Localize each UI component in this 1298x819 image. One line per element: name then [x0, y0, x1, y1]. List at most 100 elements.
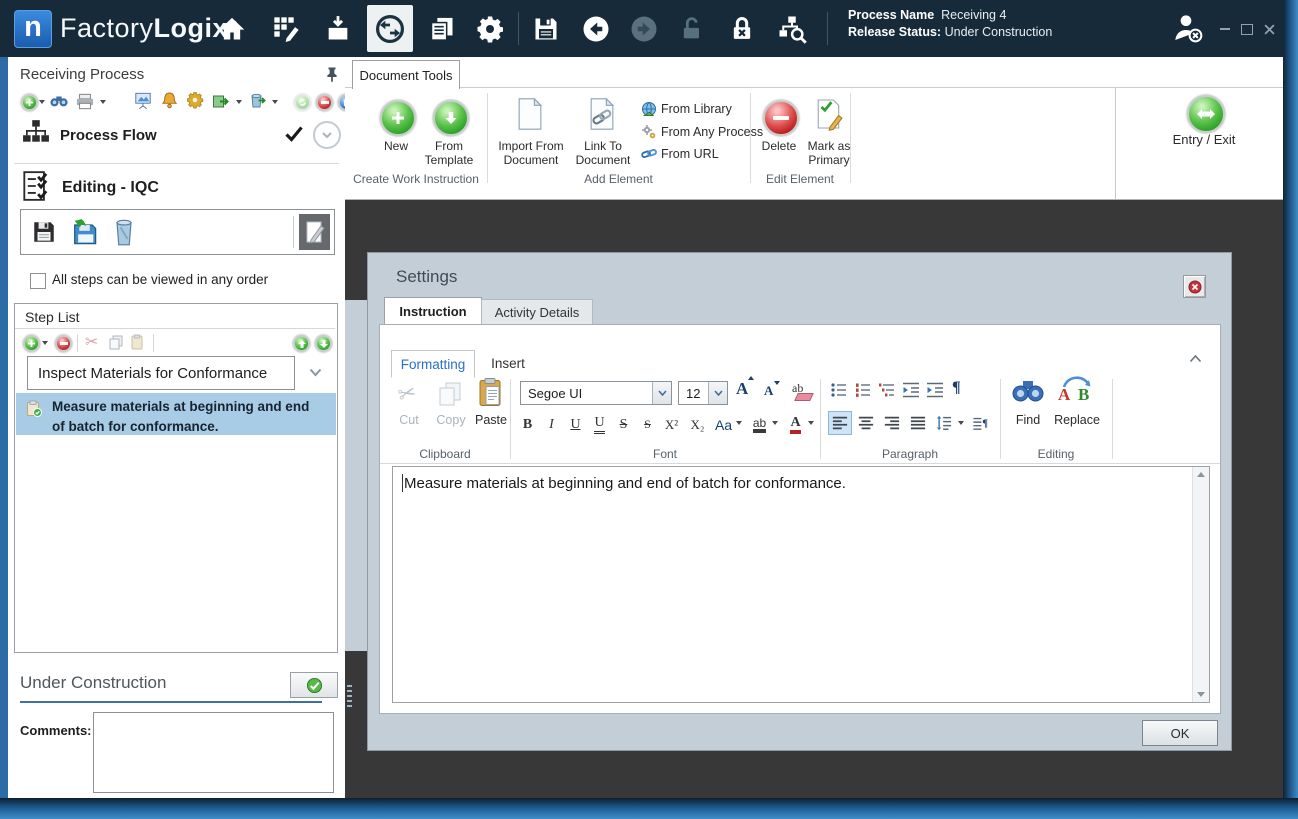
underline-button[interactable]: U	[564, 413, 587, 436]
settings-button[interactable]	[474, 13, 506, 45]
change-case-button[interactable]: Aa	[712, 413, 735, 436]
edit-instruction-button[interactable]	[299, 214, 330, 250]
grow-font-button[interactable]: A	[736, 376, 754, 399]
text-direction-button[interactable]: ¶	[968, 411, 992, 435]
delete-doc-button[interactable]	[107, 215, 141, 249]
scroll-down-button[interactable]	[1197, 692, 1205, 697]
bold-button[interactable]: B	[516, 413, 539, 436]
clear-format-button[interactable]: ab	[792, 381, 814, 401]
font-size-combobox[interactable]: 12	[678, 381, 728, 405]
process-transfer-button[interactable]	[374, 13, 406, 45]
align-center-button[interactable]	[854, 411, 878, 435]
print-dropdown-caret[interactable]	[100, 100, 106, 104]
alerts-button[interactable]	[160, 91, 178, 109]
strikethrough-button[interactable]: S	[612, 413, 635, 436]
home-button[interactable]	[216, 13, 248, 45]
production-plan-button[interactable]	[270, 13, 302, 45]
collapse-ribbon-chevron-icon[interactable]	[1189, 355, 1202, 363]
unlock-button[interactable]	[676, 13, 708, 45]
shrink-font-button[interactable]: A	[764, 381, 780, 399]
font-family-dropdown[interactable]	[652, 382, 671, 404]
font-size-dropdown[interactable]	[708, 382, 727, 404]
paste-step-button[interactable]	[131, 334, 144, 353]
highlight-button[interactable]: ab	[748, 413, 771, 436]
double-strikethrough-button[interactable]: S	[636, 413, 659, 436]
multilevel-list-button[interactable]	[878, 381, 896, 404]
resume-button[interactable]	[294, 94, 311, 111]
maximize-button[interactable]	[1238, 21, 1256, 37]
copy-button[interactable]	[438, 381, 462, 412]
tab-formatting[interactable]: Formatting	[391, 350, 475, 378]
from-template-button[interactable]	[433, 100, 469, 136]
add-step-caret[interactable]	[42, 341, 48, 345]
new-instruction-button[interactable]	[380, 100, 416, 136]
cut-step-button[interactable]: ✂	[85, 332, 98, 352]
add-step-button[interactable]	[23, 335, 40, 352]
bullet-list-button[interactable]	[830, 381, 848, 404]
recycle-dropdown-caret[interactable]	[272, 100, 278, 104]
editor-scrollbar[interactable]	[1192, 467, 1209, 702]
tab-insert[interactable]: Insert	[480, 350, 536, 376]
decrease-indent-button[interactable]	[902, 381, 920, 404]
operation-item[interactable]	[22, 169, 52, 206]
from-url-button[interactable]: From URL	[641, 147, 719, 161]
tab-activity-details[interactable]: Activity Details	[481, 299, 593, 326]
step-name-combobox[interactable]: Inspect Materials for Conformance	[27, 356, 295, 390]
from-any-process-button[interactable]: From Any Process	[641, 124, 763, 140]
delete-element-button[interactable]	[763, 100, 799, 136]
link-to-document-button[interactable]	[589, 97, 615, 136]
process-search-button[interactable]	[776, 13, 808, 45]
documents-button[interactable]	[426, 13, 458, 45]
numbered-list-button[interactable]	[854, 381, 872, 404]
font-color-caret[interactable]	[808, 421, 814, 425]
any-order-checkbox[interactable]	[30, 273, 46, 289]
materials-button[interactable]	[322, 13, 354, 45]
scroll-up-button[interactable]	[1197, 472, 1205, 477]
change-case-caret[interactable]	[736, 421, 742, 425]
increase-indent-button[interactable]	[926, 381, 944, 404]
search-button[interactable]	[50, 92, 68, 110]
import-doc-button[interactable]	[67, 215, 101, 249]
font-color-button[interactable]: A	[784, 413, 807, 436]
link-to-document-label[interactable]: Link To Document	[571, 139, 635, 167]
presentation-button[interactable]	[134, 91, 152, 109]
cut-button[interactable]: ✂	[395, 379, 420, 409]
align-right-button[interactable]	[880, 411, 904, 435]
from-template-label[interactable]: From Template	[417, 139, 481, 167]
instruction-text-editor[interactable]: Measure materials at beginning and end o…	[392, 466, 1210, 703]
save-doc-button[interactable]	[27, 215, 61, 249]
entry-exit-label[interactable]: Entry / Exit	[1154, 133, 1254, 147]
superscript-button[interactable]: X²	[660, 413, 683, 436]
minimize-button[interactable]	[1216, 21, 1234, 37]
pin-button[interactable]	[325, 66, 339, 86]
step-combo-chevron-icon[interactable]	[309, 368, 322, 377]
forward-button[interactable]	[628, 13, 660, 45]
move-step-up-button[interactable]	[293, 335, 310, 352]
export-button[interactable]	[212, 92, 230, 110]
paste-button[interactable]	[478, 377, 504, 413]
subscript-button[interactable]: X₂	[686, 413, 709, 436]
panel-splitter[interactable]	[345, 300, 367, 709]
entry-exit-button[interactable]	[1187, 95, 1225, 133]
line-spacing-button[interactable]	[932, 411, 956, 435]
approve-status-button[interactable]	[290, 672, 338, 698]
remove-step-button[interactable]	[55, 335, 72, 352]
save-button[interactable]	[530, 13, 562, 45]
comments-textarea[interactable]	[93, 712, 334, 793]
show-marks-button[interactable]: ¶	[952, 379, 961, 397]
add-button[interactable]	[20, 93, 38, 111]
ok-button[interactable]: OK	[1142, 720, 1218, 746]
italic-button[interactable]: I	[540, 413, 563, 436]
close-button[interactable]	[1260, 21, 1278, 37]
replace-button[interactable]: A B	[1058, 375, 1098, 407]
copy-step-button[interactable]	[109, 335, 123, 353]
import-from-document-button[interactable]	[517, 97, 543, 136]
back-button[interactable]	[580, 13, 612, 45]
logout-user-button[interactable]	[1172, 12, 1204, 44]
dialog-close-button[interactable]	[1183, 275, 1206, 298]
line-spacing-caret[interactable]	[958, 421, 964, 425]
recycle-button[interactable]	[248, 91, 266, 109]
find-button[interactable]	[1012, 377, 1044, 410]
tab-instruction[interactable]: Instruction	[384, 297, 482, 325]
mark-as-primary-button[interactable]	[815, 97, 843, 136]
